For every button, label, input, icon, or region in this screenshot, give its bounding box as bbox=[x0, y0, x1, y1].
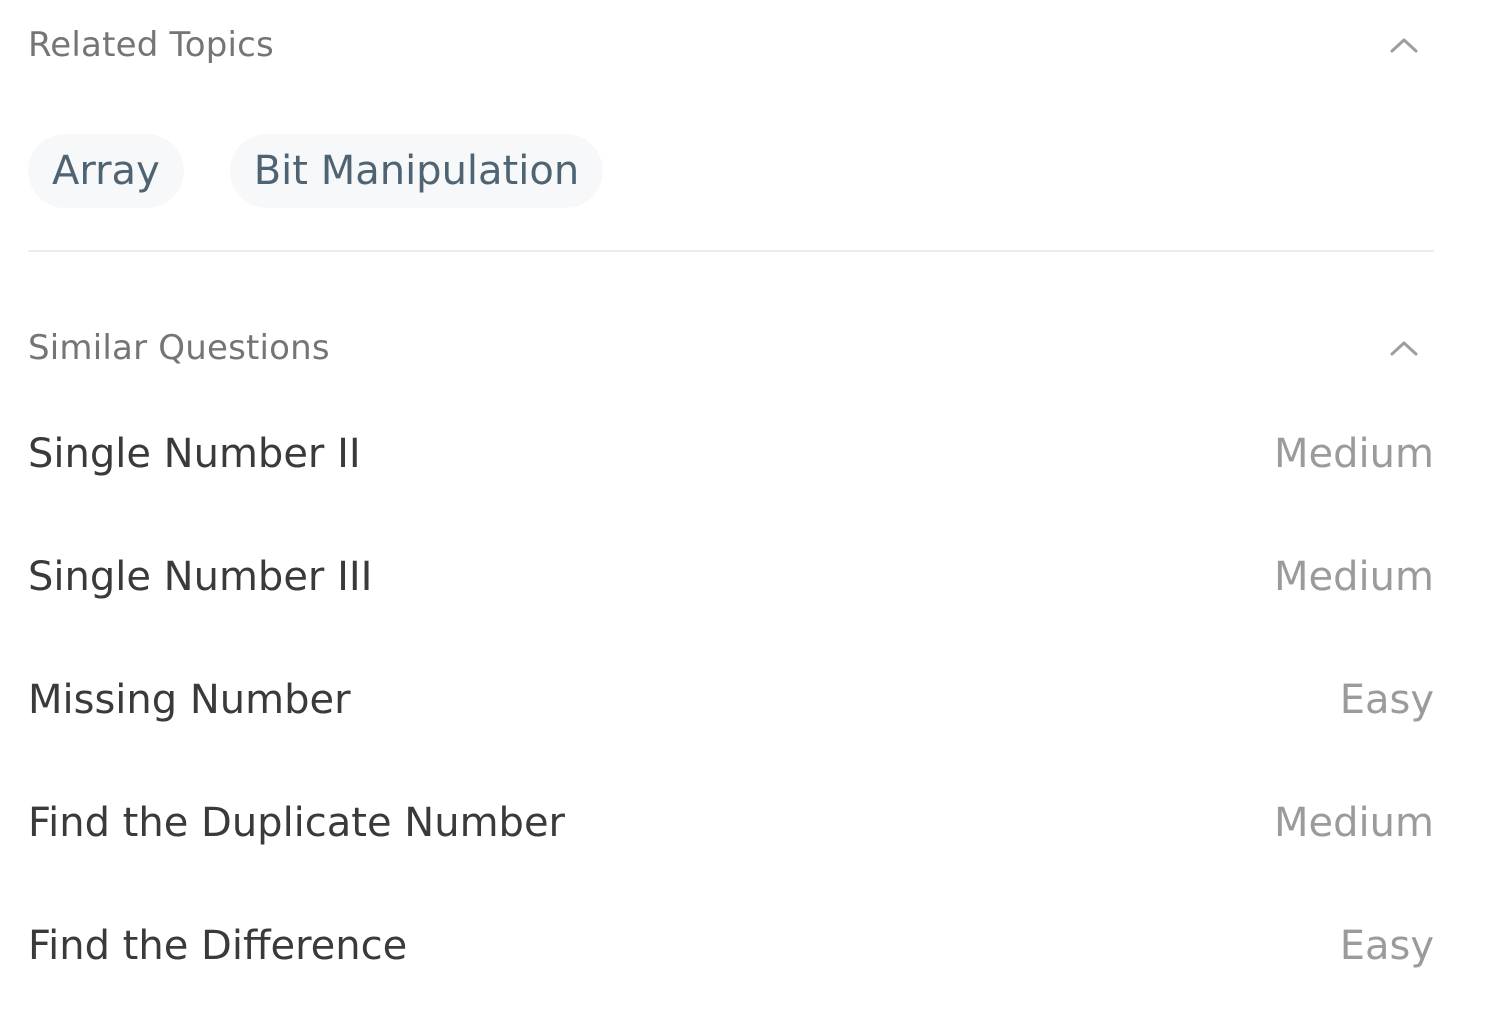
question-title[interactable]: Find the Difference bbox=[28, 923, 407, 969]
difficulty-label: Medium bbox=[1274, 553, 1434, 600]
chevron-up-icon[interactable] bbox=[1384, 328, 1424, 368]
topic-tag-bit-manipulation[interactable]: Bit Manipulation bbox=[229, 134, 604, 208]
similar-question-item[interactable]: Missing Number Easy bbox=[28, 638, 1434, 761]
difficulty-label: Medium bbox=[1274, 799, 1434, 846]
similar-question-item[interactable]: Single Number III Medium bbox=[28, 515, 1434, 638]
chevron-up-icon[interactable] bbox=[1384, 25, 1424, 65]
question-title[interactable]: Find the Duplicate Number bbox=[28, 800, 565, 846]
topic-tag-array[interactable]: Array bbox=[28, 134, 184, 208]
similar-questions-list: Single Number II Medium Single Number II… bbox=[28, 388, 1434, 1007]
similar-question-item[interactable]: Find the Duplicate Number Medium bbox=[28, 761, 1434, 884]
related-topics-header[interactable]: Related Topics bbox=[28, 2, 1434, 88]
similar-question-item[interactable]: Single Number II Medium bbox=[28, 392, 1434, 515]
related-topics-tags: Array Bit Manipulation bbox=[28, 88, 1434, 250]
difficulty-label: Medium bbox=[1274, 430, 1434, 477]
difficulty-label: Easy bbox=[1339, 922, 1434, 969]
related-topics-title: Related Topics bbox=[28, 25, 274, 65]
similar-questions-header[interactable]: Similar Questions bbox=[28, 308, 1434, 388]
question-title[interactable]: Single Number III bbox=[28, 554, 372, 600]
question-title[interactable]: Missing Number bbox=[28, 677, 351, 723]
question-title[interactable]: Single Number II bbox=[28, 431, 361, 477]
difficulty-label: Easy bbox=[1339, 676, 1434, 723]
similar-questions-title: Similar Questions bbox=[28, 328, 330, 368]
side-panel: Related Topics Array Bit Manipulation Si… bbox=[28, 0, 1434, 1007]
similar-question-item[interactable]: Find the Difference Easy bbox=[28, 884, 1434, 1007]
